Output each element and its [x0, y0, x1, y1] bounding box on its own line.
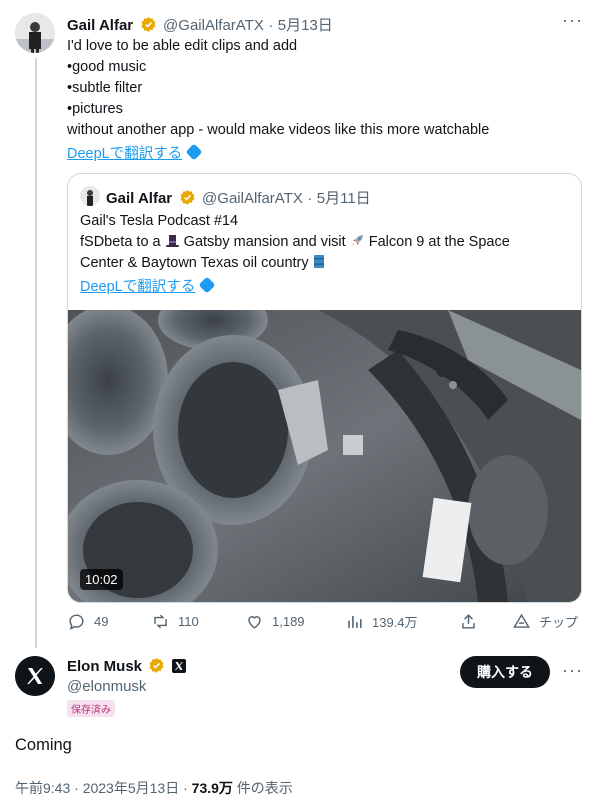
main-author-name[interactable]: Elon Musk: [67, 658, 142, 675]
video-thumbnail[interactable]: 10:02: [68, 310, 581, 602]
retweet-icon: [154, 614, 167, 629]
quoted-header: Gail Alfar @GailAlfarATX · 5月11日: [106, 187, 371, 208]
quoted-body: Gail's Tesla Podcast #14 fSDbeta to a Ga…: [80, 211, 570, 274]
oil-drum-icon: [313, 255, 324, 268]
elon-avatar[interactable]: [15, 656, 55, 696]
reply-author-handle[interactable]: @GailAlfarATX: [163, 17, 264, 34]
gold-verified-icon: [141, 17, 156, 32]
reply-line: I'd love to be able edit clips and add: [67, 38, 298, 54]
gold-verified-icon: [149, 658, 164, 673]
quoted-text: Falcon 9 at the Space: [364, 234, 510, 250]
gold-verified-icon: [180, 190, 195, 205]
gail-avatar[interactable]: [15, 13, 55, 53]
reply-author-name[interactable]: Gail Alfar: [67, 17, 133, 34]
reply-translate[interactable]: DeepLで翻訳する: [67, 142, 203, 163]
main-header: Elon Musk: [67, 657, 186, 676]
reply-header: Gail Alfar @GailAlfarATX · 5月13日: [67, 14, 333, 35]
quoted-line: Center & Baytown Texas oil country: [80, 253, 570, 274]
tip-action[interactable]: チップ: [512, 612, 578, 631]
buy-button[interactable]: 購入する: [460, 656, 550, 688]
tweet-time[interactable]: 午前9:43: [15, 780, 70, 796]
main-tweet-text: Coming: [15, 736, 72, 754]
reply-line: •pictures: [67, 101, 123, 117]
x-affiliate-badge-icon: [171, 659, 186, 673]
like-action[interactable]: 1,189: [245, 612, 305, 631]
retweet-count: 110: [178, 614, 199, 629]
reply-line: without another app - would make videos …: [67, 122, 490, 138]
views-count: 139.4万: [372, 615, 418, 630]
reply-more-icon[interactable]: ···: [562, 10, 583, 31]
main-more-icon[interactable]: ···: [562, 660, 583, 681]
deepl-icon: [198, 276, 216, 294]
reply-action[interactable]: 49: [67, 612, 108, 631]
reply-action-bar: 49 110 1,189 139.4万 チップ: [67, 612, 580, 634]
views-total: 73.9万: [191, 780, 233, 796]
tweet-date[interactable]: 2023年5月13日: [83, 780, 180, 796]
x-logo-icon: [15, 656, 55, 696]
reply-body: I'd love to be able edit clips and add •…: [67, 36, 489, 141]
heart-icon: [248, 616, 261, 629]
saved-badge: 保存済み: [67, 700, 115, 717]
quoted-tweet-card[interactable]: Gail Alfar @GailAlfarATX · 5月11日 Gail's …: [67, 173, 582, 603]
quoted-line: Gail's Tesla Podcast #14: [80, 213, 239, 229]
quoted-date: 5月11日: [316, 190, 371, 207]
rocket-engines-image: [68, 310, 581, 602]
reply-count: 49: [94, 614, 109, 629]
quoted-line: fSDbeta to a Gatsby mansion and visit Fa…: [80, 232, 570, 253]
top-hat-icon: [165, 235, 179, 247]
quoted-text: Center & Baytown Texas oil country: [80, 255, 313, 271]
quoted-author-handle: @GailAlfarATX: [202, 190, 303, 207]
deepl-translate-link[interactable]: DeepLで翻訳する: [80, 279, 195, 295]
analytics-icon: [348, 615, 362, 628]
thread-connector-line: [35, 58, 37, 648]
comment-icon: [69, 614, 84, 631]
tweet-meta: 午前9:43 · 2023年5月13日 · 73.9万 件の表示: [15, 778, 293, 798]
separator-dot: ·: [307, 190, 313, 207]
reply-date[interactable]: 5月13日: [278, 17, 333, 34]
main-author-handle[interactable]: @elonmusk: [67, 678, 146, 695]
rocket-icon: [351, 235, 363, 246]
quoted-text: fSDbeta to a: [80, 234, 165, 250]
share-action[interactable]: [459, 612, 478, 631]
reply-line: •subtle filter: [67, 80, 143, 96]
quoted-text: Gatsby mansion and visit: [179, 234, 350, 250]
separator-dot: ·: [74, 780, 79, 796]
deepl-icon: [185, 143, 203, 161]
separator-dot: ·: [183, 780, 188, 796]
like-count: 1,189: [272, 614, 305, 629]
video-duration-badge: 10:02: [80, 569, 123, 590]
quoted-translate[interactable]: DeepLで翻訳する: [80, 275, 216, 296]
quoted-author-name: Gail Alfar: [106, 190, 173, 207]
views-label: 件の表示: [232, 780, 293, 796]
tip-icon: [513, 613, 530, 628]
retweet-action[interactable]: 110: [151, 612, 199, 631]
deepl-translate-link[interactable]: DeepLで翻訳する: [67, 146, 182, 162]
tip-label: チップ: [539, 615, 579, 630]
views-action[interactable]: 139.4万: [345, 612, 418, 631]
share-icon: [462, 614, 475, 629]
quoted-avatar[interactable]: [80, 186, 100, 206]
reply-line: •good music: [67, 59, 147, 75]
separator-dot: ·: [268, 17, 274, 34]
